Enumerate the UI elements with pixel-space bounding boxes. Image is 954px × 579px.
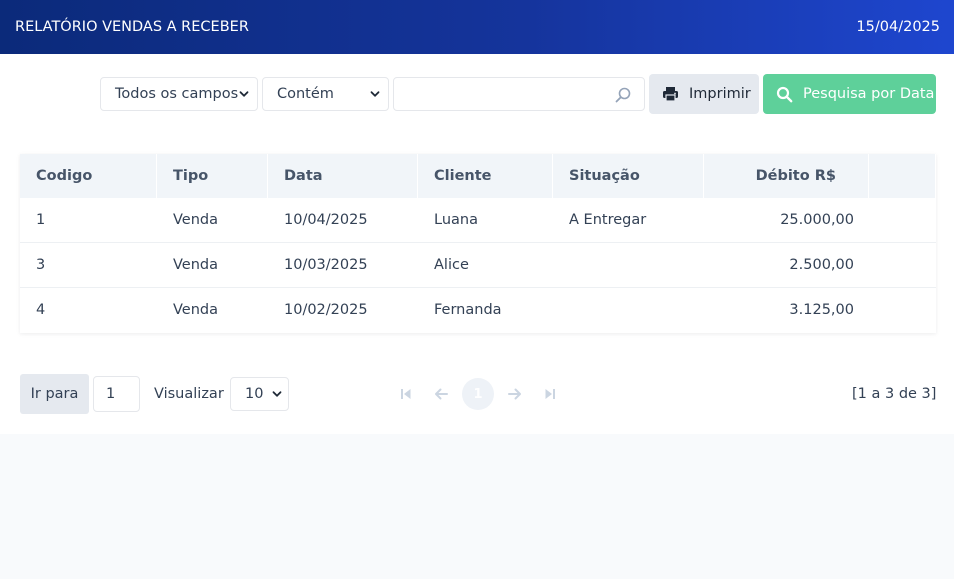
page-title: RELATÓRIO VENDAS A RECEBER — [15, 19, 249, 35]
goto-page-input[interactable] — [93, 376, 140, 412]
column-header-cliente[interactable]: Cliente — [418, 154, 553, 198]
cell-data: 10/04/2025 — [284, 212, 368, 228]
table-body: 1 Venda 10/04/2025 Luana A Entregar 25.0… — [20, 198, 936, 333]
column-header-data[interactable]: Data — [268, 154, 418, 198]
table-row[interactable]: 4 Venda 10/02/2025 Fernanda 3.125,00 — [20, 288, 936, 333]
prev-page-button[interactable] — [425, 378, 457, 410]
cell-actions — [869, 243, 936, 287]
column-header-tipo[interactable]: Tipo — [157, 154, 268, 198]
chevron-down-icon — [239, 91, 249, 97]
search-input[interactable] — [393, 77, 645, 111]
pagination-range: [1 a 3 de 3] — [840, 380, 947, 408]
cell-codigo: 3 — [36, 257, 46, 273]
column-header-situacao[interactable]: Situação — [553, 154, 704, 198]
date-search-label: Pesquisa por Data — [803, 86, 935, 102]
first-page-icon — [401, 389, 411, 399]
page-size-select[interactable]: 10 — [230, 377, 289, 411]
printer-icon — [663, 87, 678, 102]
field-select[interactable]: Todos os campos — [100, 77, 258, 111]
search-icon[interactable] — [614, 86, 632, 104]
search-icon — [776, 86, 793, 102]
last-page-icon — [545, 389, 555, 399]
cell-data: 10/03/2025 — [284, 257, 368, 273]
column-header-codigo[interactable]: Codigo — [20, 154, 157, 198]
cell-situacao — [553, 288, 704, 332]
last-page-button[interactable] — [534, 378, 566, 410]
cell-debito: 3.125,00 — [789, 302, 854, 318]
chevron-down-icon — [370, 91, 380, 97]
table-header: Codigo Tipo Data Cliente Situação Débito… — [20, 154, 936, 198]
column-header-actions — [869, 154, 936, 198]
arrow-right-icon — [508, 388, 521, 400]
cell-situacao: A Entregar — [569, 212, 647, 228]
cell-cliente: Fernanda — [434, 302, 502, 318]
first-page-button[interactable] — [390, 378, 422, 410]
arrow-left-icon — [435, 388, 448, 400]
cell-actions — [869, 198, 936, 242]
cell-tipo: Venda — [173, 212, 218, 228]
cell-debito: 2.500,00 — [789, 257, 854, 273]
app-header: RELATÓRIO VENDAS A RECEBER 15/04/2025 — [0, 0, 954, 54]
table-row[interactable]: 1 Venda 10/04/2025 Luana A Entregar 25.0… — [20, 198, 936, 243]
cell-situacao — [553, 243, 704, 287]
sales-table: Codigo Tipo Data Cliente Situação Débito… — [20, 154, 936, 333]
cell-cliente: Alice — [434, 257, 469, 273]
column-header-debito[interactable]: Débito R$ — [704, 154, 869, 198]
cell-data: 10/02/2025 — [284, 302, 368, 318]
cell-tipo: Venda — [173, 257, 218, 273]
cell-codigo: 1 — [36, 212, 46, 228]
header-date: 15/04/2025 — [856, 19, 940, 35]
print-button-label: Imprimir — [689, 86, 751, 102]
operator-select[interactable]: Contém — [262, 77, 389, 111]
next-page-button[interactable] — [499, 378, 531, 410]
cell-cliente: Luana — [434, 212, 478, 228]
operator-select-value: Contém — [277, 86, 334, 102]
cell-codigo: 4 — [36, 302, 46, 318]
print-button[interactable]: Imprimir — [649, 74, 759, 114]
field-select-value: Todos os campos — [115, 86, 239, 102]
cell-debito: 25.000,00 — [780, 212, 854, 228]
current-page-indicator[interactable]: 1 — [462, 378, 494, 410]
table-row[interactable]: 3 Venda 10/03/2025 Alice 2.500,00 — [20, 243, 936, 288]
goto-page-button[interactable]: Ir para — [20, 374, 89, 414]
cell-actions — [869, 288, 936, 332]
page-size-value: 10 — [245, 386, 264, 402]
page-size-label: Visualizar — [146, 376, 232, 412]
cell-tipo: Venda — [173, 302, 218, 318]
date-search-button[interactable]: Pesquisa por Data — [763, 74, 936, 114]
chevron-down-icon — [272, 391, 282, 397]
